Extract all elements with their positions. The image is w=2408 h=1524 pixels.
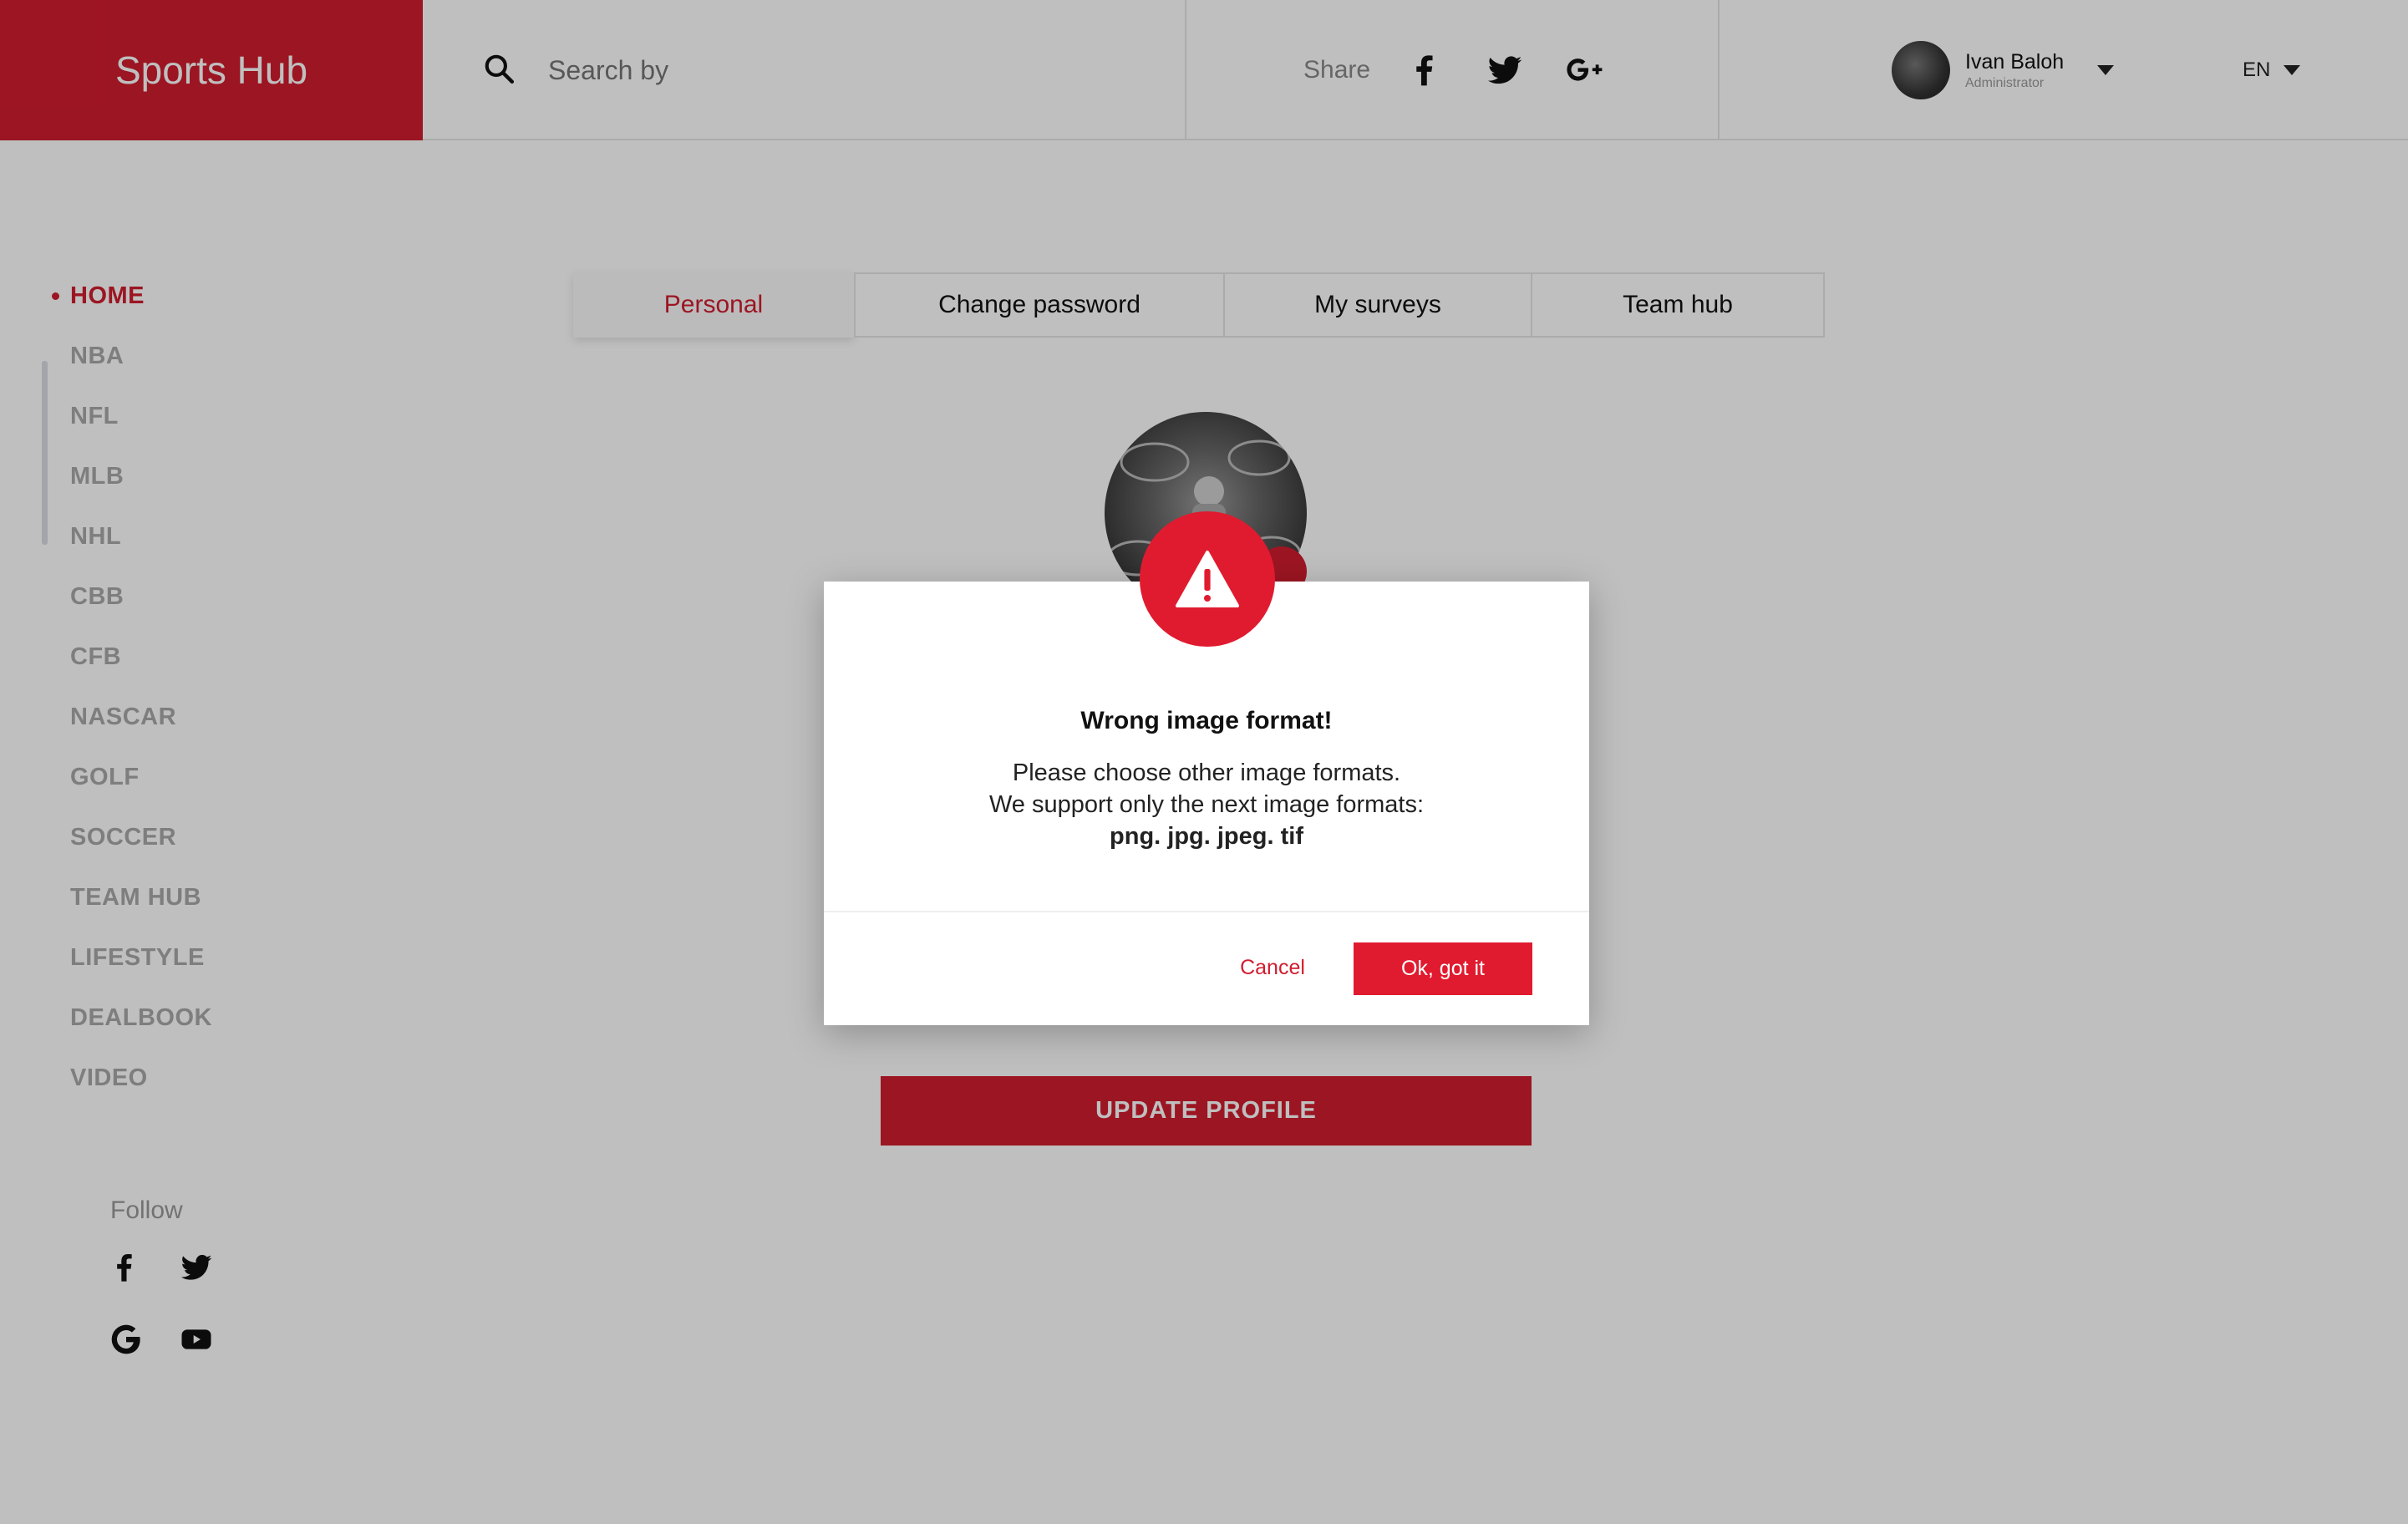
warning-icon [1140, 511, 1275, 647]
ok-button[interactable]: Ok, got it [1354, 942, 1532, 995]
cancel-button[interactable]: Cancel [1218, 941, 1327, 994]
dialog-divider [824, 911, 1589, 912]
dialog-title: Wrong image format! [1080, 707, 1333, 734]
error-dialog: Wrong image format! Please choose other … [824, 582, 1589, 1025]
dialog-message: Please choose other image formats. We su… [824, 757, 1589, 852]
dialog-formats: png. jpg. jpeg. tif [1110, 823, 1303, 850]
dialog-line-1: Please choose other image formats. [1012, 759, 1401, 786]
dialog-line-2: We support only the next image formats: [988, 791, 1425, 818]
